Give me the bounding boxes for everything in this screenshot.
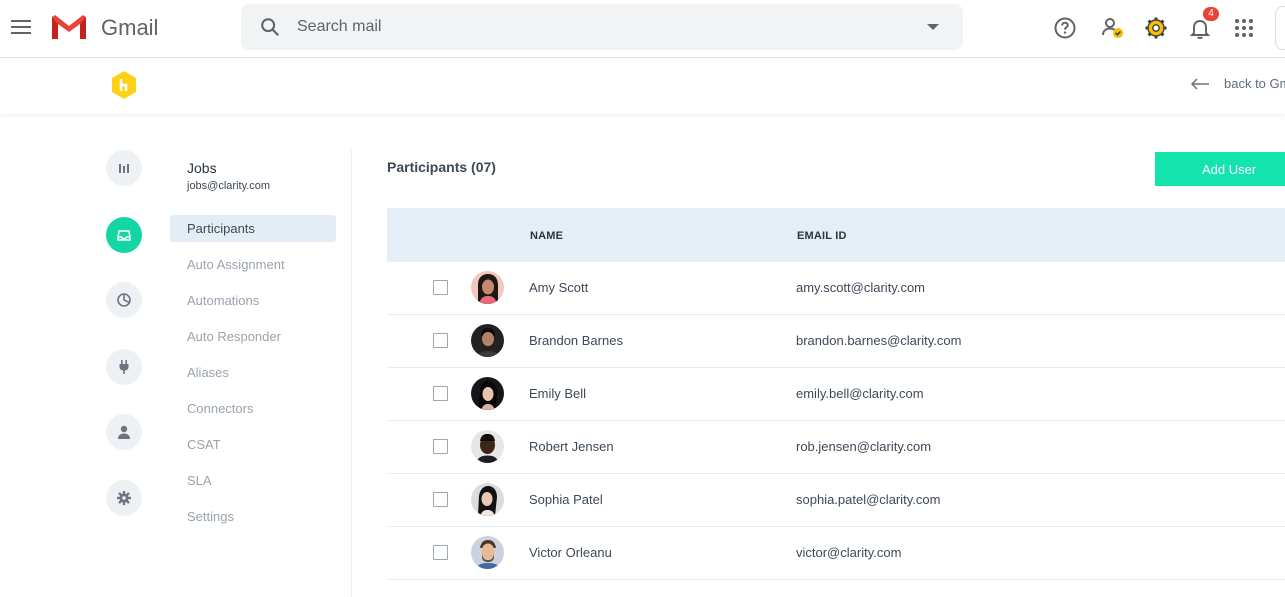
table-row[interactable]: Victor Orleanu victor@clarity.com xyxy=(387,527,1285,580)
participant-email: amy.scott@clarity.com xyxy=(796,280,926,295)
table-row[interactable]: Robert Jensen rob.jensen@clarity.com xyxy=(387,421,1285,474)
inbox-rail-button[interactable] xyxy=(106,217,142,253)
search-options-icon[interactable] xyxy=(927,24,939,30)
gmail-top-bar: Gmail 4 xyxy=(0,0,1285,58)
participant-name: Amy Scott xyxy=(529,280,589,295)
integrations-rail-button[interactable] xyxy=(106,349,142,385)
participant-name: Victor Orleanu xyxy=(529,545,612,560)
analytics-rail-button[interactable] xyxy=(106,282,142,318)
back-to-gmail-link[interactable]: back to Gmail xyxy=(1190,76,1285,91)
avatar xyxy=(471,430,504,463)
plug-icon xyxy=(119,360,129,374)
participant-email: victor@clarity.com xyxy=(796,545,902,560)
nav-item-participants[interactable]: Participants xyxy=(170,215,336,242)
gear-icon xyxy=(117,491,131,505)
nav-item-aliases[interactable]: Aliases xyxy=(170,359,336,386)
reports-rail-button[interactable] xyxy=(106,150,142,186)
participant-email: brandon.barnes@clarity.com xyxy=(796,333,962,348)
search-icon[interactable] xyxy=(259,16,281,38)
notification-count-badge: 4 xyxy=(1203,7,1219,21)
app-logo-icon[interactable] xyxy=(110,70,138,100)
add-user-button[interactable]: Add User xyxy=(1155,152,1285,186)
settings-rail-button[interactable] xyxy=(106,480,142,516)
avatar xyxy=(471,536,504,569)
nav-title: Jobs xyxy=(187,160,217,176)
nav-item-csat[interactable]: CSAT xyxy=(170,431,336,458)
nav-item-connectors[interactable]: Connectors xyxy=(170,395,336,422)
row-checkbox[interactable] xyxy=(433,280,448,295)
page-title: Participants (07) xyxy=(387,159,496,175)
nav-item-auto-responder[interactable]: Auto Responder xyxy=(170,323,336,350)
participant-name: Brandon Barnes xyxy=(529,333,623,348)
table-row[interactable]: Emily Bell emily.bell@clarity.com xyxy=(387,368,1285,421)
pie-chart-icon xyxy=(117,293,131,307)
nav-divider xyxy=(351,150,352,597)
participant-email: rob.jensen@clarity.com xyxy=(796,439,932,454)
participant-name: Emily Bell xyxy=(529,386,587,401)
row-checkbox[interactable] xyxy=(433,545,448,560)
apps-grid-icon[interactable] xyxy=(1232,16,1256,40)
participant-name: Sophia Patel xyxy=(529,492,603,507)
main-menu-icon[interactable] xyxy=(10,17,32,37)
row-checkbox[interactable] xyxy=(433,492,448,507)
table-row[interactable]: Sophia Patel sophia.patel@clarity.com xyxy=(387,474,1285,527)
table-row[interactable]: Amy Scott amy.scott@clarity.com xyxy=(387,262,1285,315)
avatar xyxy=(471,271,504,304)
arrow-left-icon xyxy=(1190,77,1209,90)
participant-email: sophia.patel@clarity.com xyxy=(796,492,941,507)
table-row[interactable]: Brandon Barnes brandon.barnes@clarity.co… xyxy=(387,315,1285,368)
avatar xyxy=(471,324,504,357)
nav-item-automations[interactable]: Automations xyxy=(170,287,336,314)
search-input[interactable] xyxy=(297,14,897,40)
nav-item-settings[interactable]: Settings xyxy=(170,503,336,530)
app-header: back to Gmail xyxy=(0,59,1285,114)
nav-item-sla[interactable]: SLA xyxy=(170,467,336,494)
user-icon xyxy=(118,425,130,439)
back-link-label: back to Gmail xyxy=(1224,76,1285,91)
bar-chart-icon xyxy=(119,164,129,173)
column-header-email[interactable]: EMAIL ID xyxy=(797,230,847,242)
nav-item-auto-assignment[interactable]: Auto Assignment xyxy=(170,251,336,278)
account-button[interactable] xyxy=(1275,6,1285,50)
gmail-logo-icon[interactable] xyxy=(50,13,88,41)
participant-name: Robert Jensen xyxy=(529,439,614,454)
row-checkbox[interactable] xyxy=(433,333,448,348)
avatar xyxy=(471,483,504,516)
avatar xyxy=(471,377,504,410)
settings-gear-icon[interactable] xyxy=(1144,16,1168,40)
gmail-brand-text: Gmail xyxy=(101,15,159,40)
row-checkbox[interactable] xyxy=(433,439,448,454)
users-rail-button[interactable] xyxy=(106,414,142,450)
table-header: NAME EMAIL ID xyxy=(387,208,1285,262)
row-checkbox[interactable] xyxy=(433,386,448,401)
help-icon[interactable] xyxy=(1053,16,1077,40)
column-header-name[interactable]: NAME xyxy=(530,230,563,242)
participant-email: emily.bell@clarity.com xyxy=(796,386,924,401)
search-bar[interactable] xyxy=(241,4,963,50)
inbox-icon xyxy=(117,230,131,241)
nav-subtitle: jobs@clarity.com xyxy=(187,180,271,192)
status-icon[interactable] xyxy=(1101,16,1125,40)
